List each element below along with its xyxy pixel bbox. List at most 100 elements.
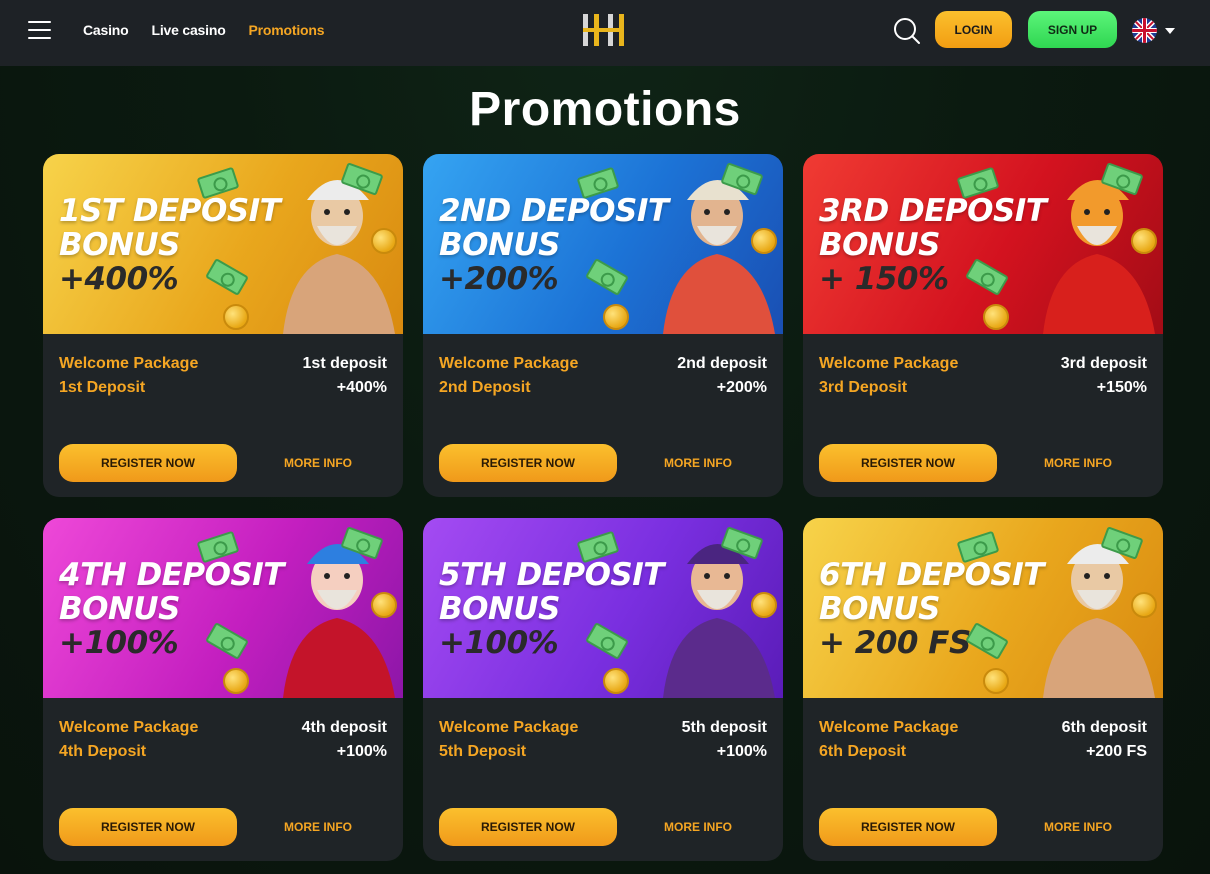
login-button[interactable]: LOGIN [935, 11, 1012, 48]
deposit-label: 2nd deposit [677, 355, 767, 372]
package-name: Welcome Package [819, 719, 959, 736]
bonus-value: +100% [716, 743, 767, 760]
language-selector[interactable] [1132, 18, 1175, 43]
package-title: Welcome Package 6th Deposit [819, 716, 958, 764]
banner-line-2: BONUS [439, 227, 560, 263]
promotion-banner[interactable]: 4TH DEPOSIT BONUS +100% [43, 518, 403, 698]
package-title: Welcome Package 2nd Deposit [439, 352, 578, 400]
more-info-link[interactable]: MORE INFO [284, 820, 352, 834]
register-now-button[interactable]: REGISTER NOW [819, 444, 997, 482]
banner-line-2: BONUS [59, 227, 180, 263]
coin-icon [223, 668, 249, 694]
menu-icon[interactable] [28, 21, 51, 39]
site-logo[interactable] [581, 12, 626, 48]
deposit-label: 4th deposit [301, 719, 387, 736]
bonus-value: +150% [1096, 379, 1147, 396]
bonus-value: +200% [716, 379, 767, 396]
bonus-value: +400% [336, 379, 387, 396]
register-now-button[interactable]: REGISTER NOW [59, 808, 237, 846]
promotion-banner[interactable]: 1ST DEPOSIT BONUS +400% [43, 154, 403, 334]
banner-headline: 4TH DEPOSIT BONUS +100% [59, 558, 284, 660]
more-info-link[interactable]: MORE INFO [1044, 820, 1112, 834]
banner-headline: 1ST DEPOSIT BONUS +400% [59, 193, 281, 296]
promotion-card: 2ND DEPOSIT BONUS +200% Welcome Package … [423, 154, 783, 497]
coin-icon [1131, 592, 1157, 618]
package-title: Welcome Package 1st Deposit [59, 352, 198, 400]
promotion-card: 4TH DEPOSIT BONUS +100% Welcome Package … [43, 518, 403, 861]
deposit-label: 5th deposit [681, 719, 767, 736]
coin-icon [371, 228, 397, 254]
banner-headline: 2ND DEPOSIT BONUS +200% [439, 194, 669, 296]
coin-icon [603, 668, 629, 694]
signup-button[interactable]: SIGN UP [1028, 11, 1117, 48]
deposit-summary: 1st deposit +400% [303, 352, 387, 400]
deposit-summary: 4th deposit +100% [302, 716, 387, 764]
deposit-summary: 6th deposit +200 FS [1062, 716, 1147, 764]
deposit-summary: 3rd deposit +150% [1061, 352, 1147, 400]
coin-icon [983, 668, 1009, 694]
nav-promotions[interactable]: Promotions [249, 22, 325, 38]
main-nav: Casino Live casino Promotions [83, 22, 325, 38]
deposit-summary: 5th deposit +100% [682, 716, 767, 764]
promotion-info: Welcome Package 1st Deposit 1st deposit … [43, 334, 403, 497]
banner-headline: 6TH DEPOSIT BONUS + 200 FS [819, 558, 1044, 660]
banner-amount: + 150% [819, 261, 949, 297]
package-title: Welcome Package 3rd Deposit [819, 352, 958, 400]
promotion-card: 6TH DEPOSIT BONUS + 200 FS Welcome Packa… [803, 518, 1163, 861]
package-name: Welcome Package [59, 355, 199, 372]
package-title: Welcome Package 4th Deposit [59, 716, 198, 764]
banner-line-1: 1ST DEPOSIT [59, 193, 281, 229]
banner-headline: 5TH DEPOSIT BONUS +100% [439, 558, 664, 660]
nav-casino[interactable]: Casino [83, 22, 129, 38]
register-now-button[interactable]: REGISTER NOW [819, 808, 997, 846]
promotion-card: 1ST DEPOSIT BONUS +400% Welcome Package … [43, 154, 403, 497]
register-now-button[interactable]: REGISTER NOW [59, 444, 237, 482]
promotion-banner[interactable]: 5TH DEPOSIT BONUS +100% [423, 518, 783, 698]
package-deposit: 3rd Deposit [819, 379, 908, 396]
promotion-info: Welcome Package 6th Deposit 6th deposit … [803, 698, 1163, 861]
promotion-banner[interactable]: 3RD DEPOSIT BONUS + 150% [803, 154, 1163, 334]
deposit-label: 6th deposit [1061, 719, 1147, 736]
promotion-card: 5TH DEPOSIT BONUS +100% Welcome Package … [423, 518, 783, 861]
more-info-link[interactable]: MORE INFO [1044, 456, 1112, 470]
promotion-banner[interactable]: 6TH DEPOSIT BONUS + 200 FS [803, 518, 1163, 698]
page-title: Promotions [469, 83, 741, 136]
register-now-button[interactable]: REGISTER NOW [439, 808, 617, 846]
banner-headline: 3RD DEPOSIT BONUS + 150% [819, 193, 1047, 297]
promotion-info: Welcome Package 5th Deposit 5th deposit … [423, 698, 783, 861]
package-name: Welcome Package [439, 355, 579, 372]
chevron-down-icon [1165, 27, 1175, 34]
banner-line-2: BONUS [439, 591, 560, 627]
bonus-value: +100% [336, 743, 387, 760]
coin-icon [223, 304, 249, 330]
banner-line-2: BONUS [819, 591, 940, 627]
banner-line-2: BONUS [819, 227, 940, 263]
package-deposit: 2nd Deposit [439, 379, 531, 396]
coin-icon [1131, 228, 1157, 254]
banner-amount: +200% [439, 261, 559, 297]
banner-amount: +100% [439, 625, 559, 661]
nav-live-casino[interactable]: Live casino [151, 22, 225, 38]
banner-line-2: BONUS [59, 591, 180, 627]
banner-amount: + 200 FS [819, 625, 971, 661]
banner-amount: +100% [59, 625, 179, 661]
package-deposit: 4th Deposit [59, 743, 147, 760]
deposit-label: 3rd deposit [1060, 355, 1147, 372]
coin-icon [603, 304, 629, 330]
more-info-link[interactable]: MORE INFO [664, 456, 732, 470]
more-info-link[interactable]: MORE INFO [284, 456, 352, 470]
banner-line-1: 5TH DEPOSIT [439, 557, 664, 593]
search-icon[interactable] [893, 17, 921, 45]
package-name: Welcome Package [439, 719, 579, 736]
bonus-value: +200 FS [1086, 743, 1147, 760]
uk-flag-icon [1132, 18, 1157, 43]
top-header: Casino Live casino Promotions LOGIN SIGN… [0, 0, 1210, 66]
package-name: Welcome Package [819, 355, 959, 372]
banner-line-1: 3RD DEPOSIT [819, 193, 1047, 229]
promotion-card: 3RD DEPOSIT BONUS + 150% Welcome Package… [803, 154, 1163, 497]
more-info-link[interactable]: MORE INFO [664, 820, 732, 834]
register-now-button[interactable]: REGISTER NOW [439, 444, 617, 482]
package-deposit: 5th Deposit [439, 743, 527, 760]
promotion-banner[interactable]: 2ND DEPOSIT BONUS +200% [423, 154, 783, 334]
banner-line-1: 4TH DEPOSIT [59, 557, 284, 593]
